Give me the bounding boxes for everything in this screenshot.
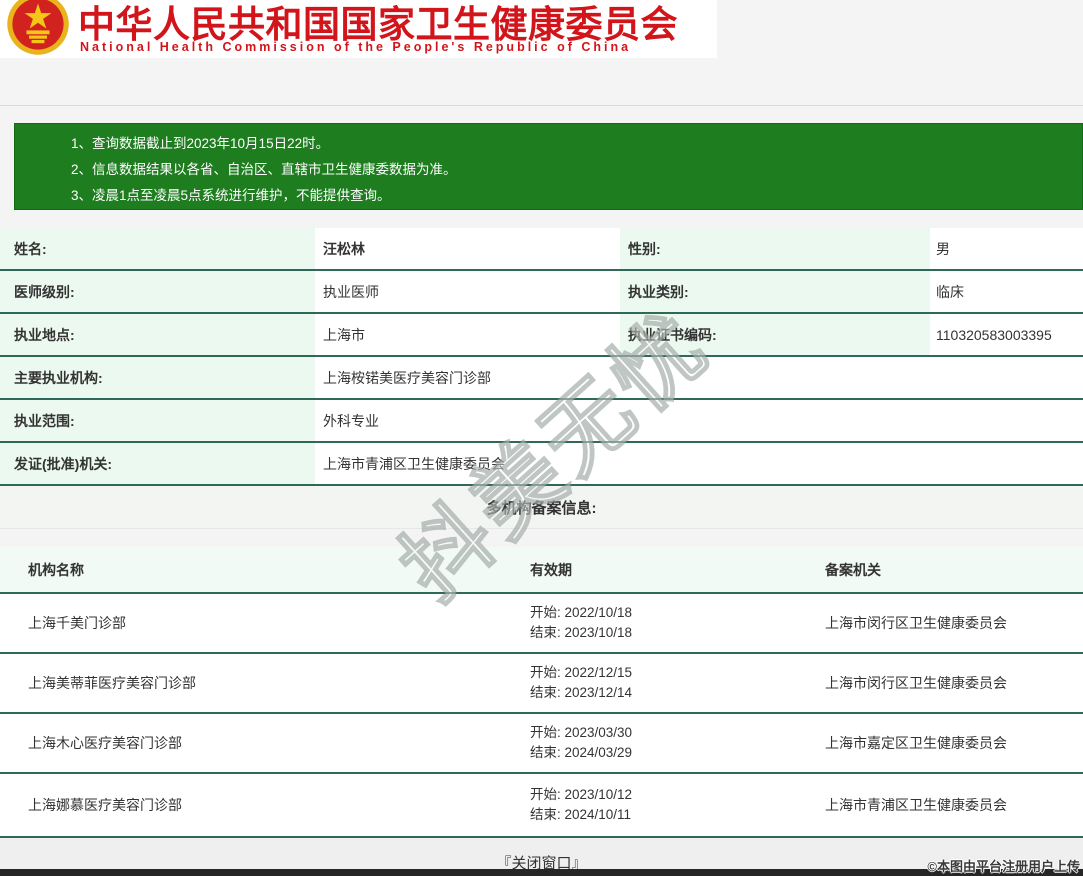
validity-end: 结束: 2023/12/14 — [530, 683, 820, 703]
name-label: 姓名: — [0, 228, 315, 269]
org-name-cell: 上海千美门诊部 — [0, 613, 515, 633]
table-row: 上海娜慕医疗美容门诊部 开始: 2023/10/12 结束: 2024/10/1… — [0, 774, 1083, 838]
uploader-watermark: ©本图由平台注册用户上传 — [927, 856, 1080, 875]
main-org-label: 主要执业机构: — [0, 357, 315, 398]
cert-no-value: 110320583003395 — [930, 314, 1083, 355]
notice-line: 1、查询数据截止到2023年10月15日22时。 — [71, 131, 1082, 157]
category-label: 执业类别: — [620, 271, 930, 312]
category-value: 临床 — [930, 271, 1083, 312]
main-org-value: 上海桉锘美医疗美容门诊部 — [315, 357, 1083, 398]
authority-header: 备案机关 — [820, 560, 1083, 580]
records-header-row: 机构名称 有效期 备案机关 — [0, 547, 1083, 594]
table-row: 上海木心医疗美容门诊部 开始: 2023/03/30 结束: 2024/03/2… — [0, 714, 1083, 774]
authority-cell: 上海市闵行区卫生健康委员会 — [820, 613, 1083, 633]
validity-cell: 开始: 2022/10/18 结束: 2023/10/18 — [515, 603, 820, 643]
multi-org-section-title: 多机构备案信息: — [0, 486, 1083, 529]
issuer-label: 发证(批准)机关: — [0, 443, 315, 484]
location-value: 上海市 — [315, 314, 620, 355]
scope-label: 执业范围: — [0, 400, 315, 441]
table-row: 上海美蒂菲医疗美容门诊部 开始: 2022/12/15 结束: 2023/12/… — [0, 654, 1083, 714]
level-value: 执业医师 — [315, 271, 620, 312]
info-row-main-org: 主要执业机构: 上海桉锘美医疗美容门诊部 — [0, 357, 1083, 400]
info-row-scope: 执业范围: 外科专业 — [0, 400, 1083, 443]
site-subtitle: National Health Commission of the People… — [80, 40, 631, 54]
notice-box: 1、查询数据截止到2023年10月15日22时。 2、信息数据结果以各省、自治区… — [14, 123, 1083, 210]
org-name-cell: 上海木心医疗美容门诊部 — [0, 733, 515, 753]
org-name-cell: 上海美蒂菲医疗美容门诊部 — [0, 673, 515, 693]
china-national-emblem-icon — [6, 0, 70, 57]
notice-line: 3、凌晨1点至凌晨5点系统进行维护，不能提供查询。 — [71, 183, 1082, 209]
info-row-name-gender: 姓名: 汪松林 性别: 男 — [0, 228, 1083, 271]
authority-cell: 上海市青浦区卫生健康委员会 — [820, 795, 1083, 815]
info-row-issuer: 发证(批准)机关: 上海市青浦区卫生健康委员会 — [0, 443, 1083, 486]
validity-cell: 开始: 2023/10/12 结束: 2024/10/11 — [515, 785, 820, 825]
validity-end: 结束: 2024/03/29 — [530, 743, 820, 763]
info-row-level-category: 医师级别: 执业医师 执业类别: 临床 — [0, 271, 1083, 314]
issuer-value: 上海市青浦区卫生健康委员会 — [315, 443, 1083, 484]
validity-cell: 开始: 2022/12/15 结束: 2023/12/14 — [515, 663, 820, 703]
physician-info-table: 姓名: 汪松林 性别: 男 医师级别: 执业医师 执业类别: 临床 执业地点: … — [0, 228, 1083, 486]
page-footer: 『关闭窗口』 ©本图由平台注册用户上传 — [0, 838, 1083, 876]
level-label: 医师级别: — [0, 271, 315, 312]
gender-label: 性别: — [620, 228, 930, 269]
cert-no-label: 执业证书编码: — [620, 314, 930, 355]
validity-start: 开始: 2023/03/30 — [530, 723, 820, 743]
multi-org-records-table: 机构名称 有效期 备案机关 上海千美门诊部 开始: 2022/10/18 结束:… — [0, 547, 1083, 838]
validity-end: 结束: 2024/10/11 — [530, 805, 820, 825]
scope-value: 外科专业 — [315, 400, 1083, 441]
info-row-location-certno: 执业地点: 上海市 执业证书编码: 110320583003395 — [0, 314, 1083, 357]
validity-header: 有效期 — [515, 560, 820, 580]
authority-cell: 上海市嘉定区卫生健康委员会 — [820, 733, 1083, 753]
location-label: 执业地点: — [0, 314, 315, 355]
validity-start: 开始: 2022/12/15 — [530, 663, 820, 683]
site-header: 中华人民共和国国家卫生健康委员会 National Health Commiss… — [0, 0, 717, 58]
authority-cell: 上海市闵行区卫生健康委员会 — [820, 673, 1083, 693]
notice-line: 2、信息数据结果以各省、自治区、直辖市卫生健康委数据为准。 — [71, 157, 1082, 183]
gender-value: 男 — [930, 228, 1083, 269]
header-divider — [0, 105, 1083, 106]
org-name-cell: 上海娜慕医疗美容门诊部 — [0, 795, 515, 815]
validity-start: 开始: 2022/10/18 — [530, 603, 820, 623]
validity-cell: 开始: 2023/03/30 结束: 2024/03/29 — [515, 723, 820, 763]
validity-start: 开始: 2023/10/12 — [530, 785, 820, 805]
bottom-dark-bar — [0, 869, 1083, 876]
validity-end: 结束: 2023/10/18 — [530, 623, 820, 643]
table-row: 上海千美门诊部 开始: 2022/10/18 结束: 2023/10/18 上海… — [0, 594, 1083, 654]
name-value: 汪松林 — [315, 228, 620, 269]
org-name-header: 机构名称 — [0, 560, 515, 580]
